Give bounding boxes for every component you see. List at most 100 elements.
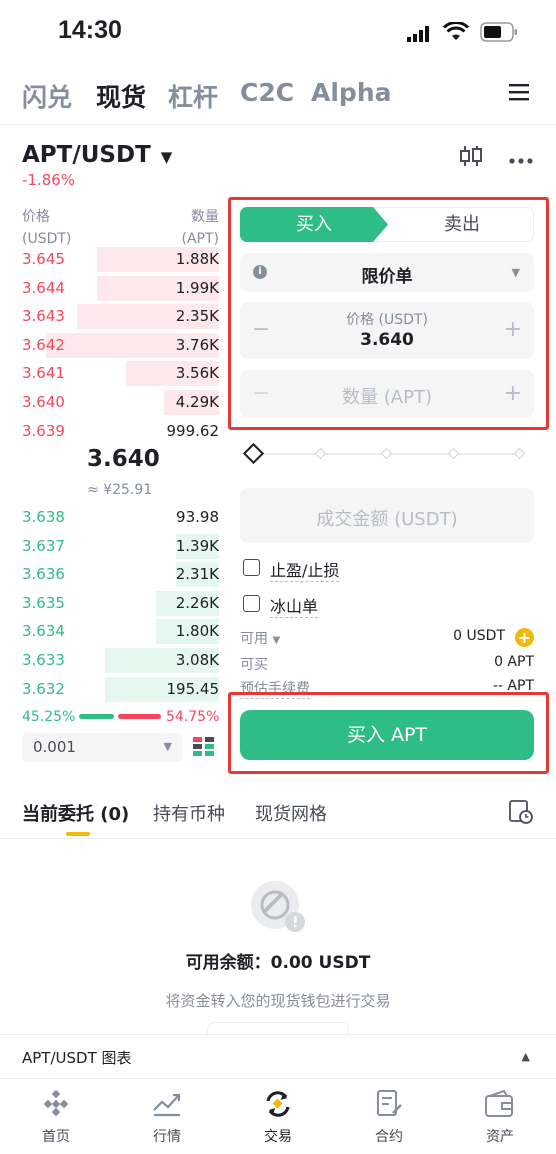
- chart-bar[interactable]: APT/USDT 图表 ▲: [0, 1034, 556, 1078]
- active-tab-indicator: [66, 832, 90, 836]
- price-input-value: 3.640: [360, 330, 414, 350]
- book-layout-icon[interactable]: [193, 736, 215, 762]
- chart-bar-label: APT/USDT 图表: [22, 1049, 132, 1067]
- bid-row[interactable]: 3.632 195.45: [22, 675, 219, 704]
- can-buy-label: 可买: [240, 657, 268, 673]
- sell-tab-label: 卖出: [444, 214, 480, 235]
- ask-row[interactable]: 3.644 1.99K: [22, 274, 219, 303]
- market-icon: [152, 1090, 182, 1122]
- tab-convert[interactable]: 闪兑: [22, 78, 72, 114]
- ob-price-header: 价格 (USDT): [22, 209, 72, 247]
- nav-divider: [0, 124, 556, 125]
- battery-icon: [480, 22, 518, 46]
- orders-tab-grid[interactable]: 现货网格: [255, 800, 327, 826]
- quantity-placeholder: 数量 (APT): [342, 387, 432, 408]
- sell-tab[interactable]: 卖出: [389, 208, 535, 241]
- order-type-select[interactable]: i 限价单 ▼: [240, 253, 534, 292]
- futures-icon: [375, 1089, 405, 1123]
- ask-row[interactable]: 3.640 4.29K: [22, 388, 219, 417]
- menu-icon[interactable]: [509, 82, 531, 106]
- pair-change: -1.86%: [22, 171, 76, 189]
- ask-row[interactable]: 3.641 3.56K: [22, 359, 219, 388]
- plus-icon[interactable]: +: [504, 381, 522, 406]
- iceberg-label: 冰山单: [270, 593, 319, 618]
- pair-selector[interactable]: APT/USDT ▼: [22, 142, 172, 168]
- candlestick-chart-icon[interactable]: [459, 144, 483, 172]
- orders-tab-open[interactable]: 当前委托 (0): [22, 800, 129, 826]
- orders-tab-open-label: 当前委托 (0): [22, 804, 130, 825]
- nav-home[interactable]: 首页: [26, 1126, 86, 1146]
- nav-trade[interactable]: 交易: [248, 1126, 308, 1146]
- bid-row[interactable]: 3.635 2.26K: [22, 589, 219, 618]
- home-icon: [42, 1089, 70, 1122]
- signal-icon: [407, 26, 431, 46]
- add-funds-icon[interactable]: +: [515, 628, 534, 647]
- total-input[interactable]: 成交金额 (USDT): [240, 488, 534, 543]
- ask-row[interactable]: 3.645 1.88K: [22, 245, 219, 274]
- bid-row[interactable]: 3.634 1.80K: [22, 617, 219, 646]
- available-value: 0 USDT: [453, 628, 505, 644]
- bid-row[interactable]: 3.637 1.39K: [22, 532, 219, 561]
- buy-sell-toggle: 买入 卖出: [240, 207, 534, 242]
- price-input[interactable]: − 价格 (USDT) 3.640 +: [240, 302, 534, 359]
- tp-sl-checkbox[interactable]: [243, 559, 260, 576]
- nav-markets[interactable]: 行情: [137, 1126, 197, 1146]
- last-price-fiat: ≈ ¥25.91: [87, 482, 153, 498]
- available-label[interactable]: 可用 ▼: [240, 628, 280, 648]
- ratio-bar: [79, 714, 161, 719]
- caret-down-icon: ▼: [160, 148, 173, 166]
- empty-state-icon: [247, 877, 309, 939]
- tab-margin[interactable]: 杠杆: [168, 78, 218, 114]
- total-placeholder: 成交金额 (USDT): [316, 509, 458, 530]
- precision-value: 0.001: [33, 738, 76, 756]
- pair-name: APT/USDT: [22, 142, 151, 168]
- sell-ratio: 54.75%: [166, 709, 220, 725]
- trade-icon: [262, 1089, 294, 1123]
- caret-down-icon: ▼: [272, 635, 281, 646]
- buy-tab[interactable]: 买入: [241, 208, 387, 241]
- orders-tab-holdings[interactable]: 持有币种: [153, 800, 225, 826]
- available-row: 可用 ▼ 0 USDT +: [240, 628, 534, 648]
- orders-divider: [0, 838, 556, 839]
- buy-ratio: 45.25%: [22, 709, 76, 725]
- orders-tab-grid-label: 现货网格: [255, 804, 327, 825]
- bid-row[interactable]: 3.633 3.08K: [22, 646, 219, 675]
- nav-futures[interactable]: 合约: [359, 1126, 419, 1146]
- transfer-hint: 将资金转入您的现货钱包进行交易: [165, 992, 391, 1010]
- bottom-nav-divider: [0, 1078, 556, 1079]
- caret-down-icon: ▼: [511, 266, 520, 279]
- ratio-bar-buy: [79, 714, 115, 719]
- ask-row[interactable]: 3.639 999.62: [22, 417, 219, 446]
- ratio-bar-sell: [117, 714, 161, 719]
- iceberg-checkbox[interactable]: [243, 595, 260, 612]
- tab-spot[interactable]: 现货: [96, 78, 146, 114]
- ask-row[interactable]: 3.642 3.76K: [22, 331, 219, 360]
- ob-qty-header: 数量 (APT): [181, 209, 220, 247]
- order-type-label: 限价单: [361, 267, 413, 287]
- ask-row[interactable]: 3.643 2.35K: [22, 302, 219, 331]
- amount-slider[interactable]: [242, 442, 527, 465]
- wallet-icon: [484, 1089, 516, 1123]
- balance-text: 可用余额：0.00 USDT: [185, 953, 371, 973]
- tab-alpha[interactable]: Alpha: [311, 78, 391, 107]
- price-input-label: 价格 (USDT): [346, 312, 428, 328]
- caret-down-icon: ▼: [163, 740, 172, 753]
- buy-tab-label: 买入: [296, 214, 332, 235]
- more-icon[interactable]: [509, 150, 533, 169]
- quantity-input[interactable]: − 数量 (APT) +: [240, 370, 534, 418]
- nav-assets[interactable]: 资产: [470, 1126, 530, 1146]
- precision-select[interactable]: 0.001 ▼: [22, 733, 182, 762]
- tab-c2c[interactable]: C2C: [240, 78, 294, 107]
- order-history-icon[interactable]: [508, 799, 534, 829]
- orders-tab-holdings-label: 持有币种: [153, 804, 225, 825]
- bid-row[interactable]: 3.636 2.31K: [22, 560, 219, 589]
- bid-row[interactable]: 3.638 93.98: [22, 503, 219, 532]
- plus-icon[interactable]: +: [504, 317, 522, 342]
- caret-up-icon: ▲: [521, 1050, 530, 1063]
- wifi-icon: [442, 21, 470, 46]
- can-buy-value: 0 APT: [494, 654, 534, 670]
- can-buy-row: 可买 0 APT: [240, 654, 534, 674]
- buy-button[interactable]: 买入 APT: [240, 710, 534, 760]
- status-time: 14:30: [58, 16, 122, 44]
- last-price: 3.640: [87, 446, 160, 472]
